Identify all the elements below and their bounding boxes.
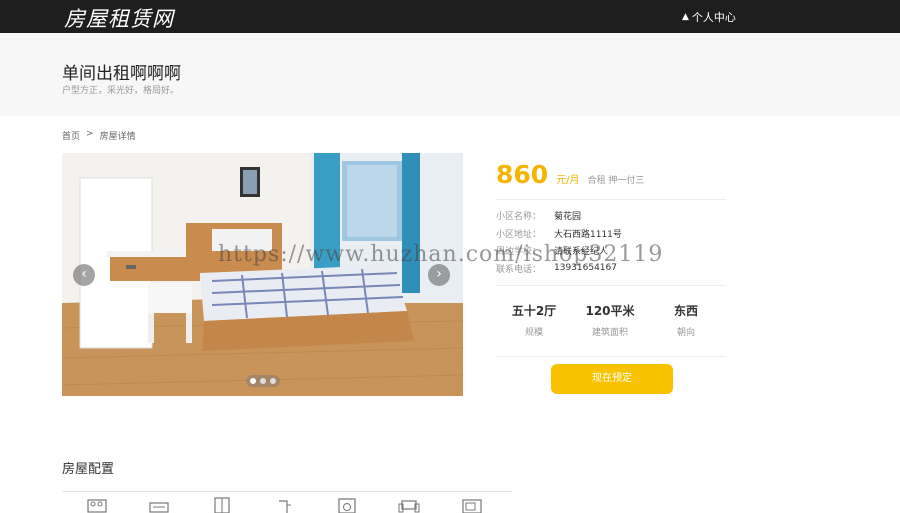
divider xyxy=(496,285,726,286)
listing-header: 单间出租啊啊啊 户型方正，采光好，格局好。 xyxy=(0,33,900,116)
breadcrumb: 首页 > 房屋详情 xyxy=(62,129,136,142)
rent-price: 860 xyxy=(496,160,549,189)
carousel-prev-button[interactable]: ‹ xyxy=(73,264,95,286)
info-label: 小区名称： xyxy=(496,212,542,223)
carousel-dot-3[interactable] xyxy=(270,378,276,384)
carousel-next-button[interactable]: › xyxy=(428,264,450,286)
carousel-indicators xyxy=(246,375,280,387)
water-heater-icon xyxy=(279,500,291,513)
stat-area: 120平米 建筑面积 xyxy=(572,302,648,338)
air-conditioner-icon xyxy=(149,502,169,513)
wardrobe-icon xyxy=(214,497,230,513)
page-title: 单间出租啊啊啊 xyxy=(62,64,181,84)
breadcrumb-current: 房屋详情 xyxy=(99,132,136,142)
top-navigation-bar: 房屋租赁网 ▲ 个人中心 xyxy=(0,0,900,33)
info-row-address: 小区地址： 大石西路1111号 xyxy=(496,225,622,243)
carousel-dot-2[interactable] xyxy=(260,378,266,384)
stat-label: 规模 xyxy=(524,328,543,338)
divider xyxy=(496,199,726,200)
rental-terms: 合租 押一付三 xyxy=(587,176,645,186)
page-subtitle: 户型方正，采光好，格局好。 xyxy=(62,86,180,96)
stat-value: 东西 xyxy=(673,304,698,318)
amenities-list xyxy=(62,497,512,513)
site-logo[interactable]: 房屋租赁网 xyxy=(64,3,174,33)
price-unit: 元/月 xyxy=(556,175,580,186)
stat-label: 建筑面积 xyxy=(591,328,628,338)
stat-label: 朝向 xyxy=(676,328,695,338)
stat-value: 五十2厅 xyxy=(511,304,557,318)
user-center-label: 个人中心 xyxy=(691,11,736,24)
info-label: 小区地址： xyxy=(496,229,542,240)
bed-icon xyxy=(87,499,107,513)
price-row: 860 元/月 合租 押一付三 xyxy=(496,160,644,189)
user-center-link[interactable]: ▲ 个人中心 xyxy=(682,9,736,25)
property-stats: 五十2厅 规模 120平米 建筑面积 东西 朝向 xyxy=(496,302,726,338)
microwave-icon xyxy=(462,499,482,513)
divider xyxy=(62,491,512,492)
user-icon: ▲ xyxy=(682,12,689,22)
breadcrumb-separator: > xyxy=(86,129,94,139)
photo-carousel[interactable]: ‹ › xyxy=(62,153,463,396)
watermark-text: https://www.huzhan.com/ishop32119 xyxy=(218,242,664,267)
divider xyxy=(496,356,726,357)
carousel-dot-1[interactable] xyxy=(250,378,256,384)
info-value: 大石西路1111号 xyxy=(554,229,622,240)
stat-layout: 五十2厅 规模 xyxy=(496,302,572,338)
info-value: 菊花园 xyxy=(554,212,582,223)
stat-value: 120平米 xyxy=(585,304,635,318)
breadcrumb-home[interactable]: 首页 xyxy=(62,129,80,142)
info-row-community: 小区名称： 菊花园 xyxy=(496,207,622,225)
amenities-title: 房屋配置 xyxy=(62,462,115,477)
book-now-button[interactable]: 现在预定 xyxy=(551,364,673,394)
room-photo xyxy=(62,153,463,396)
washing-machine-icon xyxy=(338,498,356,513)
stat-orientation: 东西 朝向 xyxy=(648,302,724,338)
sofa-icon xyxy=(398,500,420,513)
